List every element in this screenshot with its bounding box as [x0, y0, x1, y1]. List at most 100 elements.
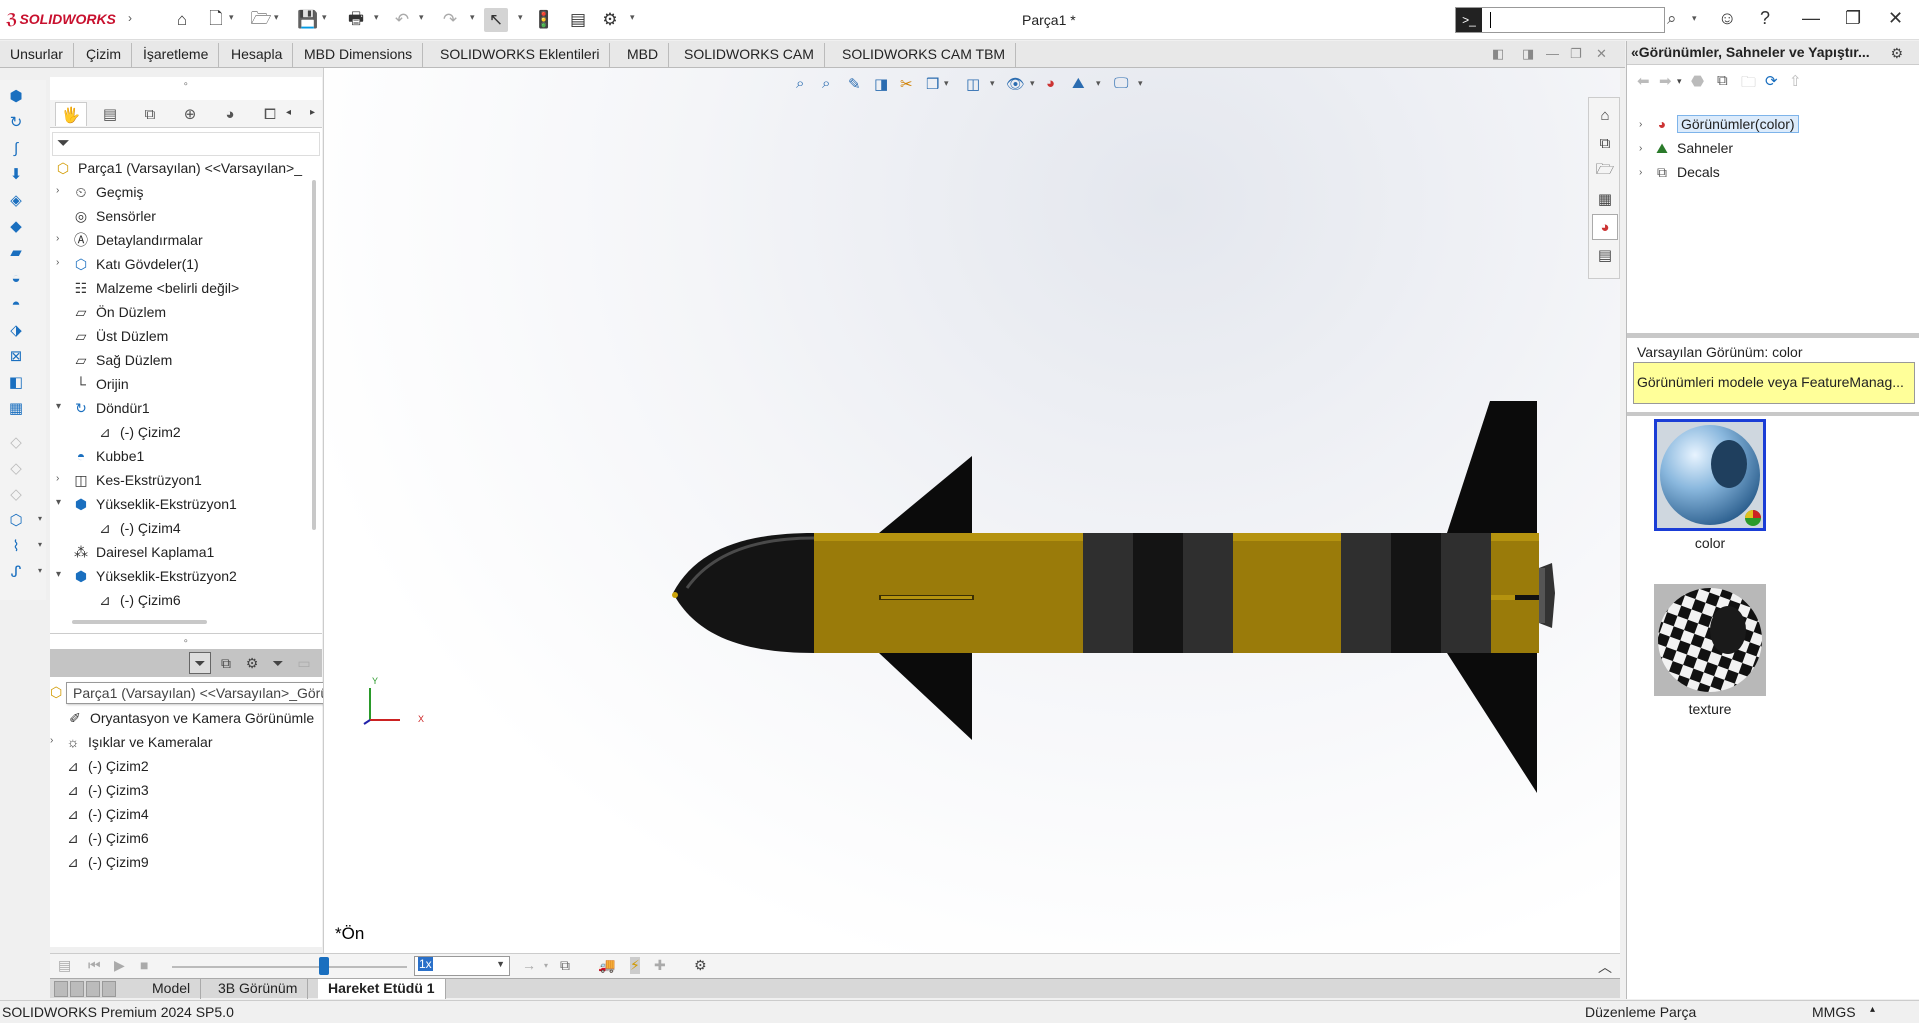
- options-icon[interactable]: ⚙: [598, 8, 622, 32]
- tree-item[interactable]: ☷ Malzeme <belirli değil>: [72, 277, 239, 299]
- stop-icon[interactable]: ■: [140, 957, 148, 973]
- tab-nav-first-icon[interactable]: [54, 981, 68, 997]
- rebuild-icon[interactable]: 🚦: [532, 8, 556, 32]
- boundary-boss-icon[interactable]: ◈: [6, 190, 26, 210]
- add-to-library-icon[interactable]: ⬣: [1691, 72, 1704, 90]
- swept-boss-icon[interactable]: ∫: [6, 138, 26, 158]
- minimize-icon[interactable]: —: [1802, 8, 1820, 29]
- search-input[interactable]: >_: [1455, 7, 1665, 33]
- tab-display-manager[interactable]: ◕: [214, 102, 246, 126]
- expand-decals-icon[interactable]: ›: [1639, 167, 1642, 178]
- save-icon[interactable]: 💾: [296, 8, 320, 32]
- tree-item[interactable]: ◓ Kubbe1: [72, 445, 145, 467]
- tab-unsurlar[interactable]: Unsurlar: [0, 43, 74, 67]
- tree-item[interactable]: ⏲ Geçmiş: [72, 181, 144, 203]
- tree-filter[interactable]: ⏷: [52, 132, 320, 156]
- solidworks-resources-icon[interactable]: ⌂: [1592, 102, 1618, 128]
- redo-dropdown[interactable]: ▾: [470, 12, 475, 23]
- boundary-cut-icon[interactable]: ⊠: [6, 346, 26, 366]
- tab-model[interactable]: Model: [142, 979, 202, 999]
- expand-scenes-icon[interactable]: ›: [1639, 143, 1642, 154]
- play-icon[interactable]: ▶: [114, 957, 125, 974]
- solidworks-logo[interactable]: ℨ SOLIDWORKS: [6, 10, 116, 28]
- tree-item[interactable]: └ Orijin: [72, 373, 129, 395]
- new-doc-dropdown[interactable]: ▾: [229, 12, 234, 23]
- select-icon[interactable]: ↖: [484, 8, 508, 32]
- playback-slider[interactable]: [172, 966, 407, 968]
- home-icon[interactable]: ⌂: [170, 8, 194, 32]
- tree-horizontal-scrollbar[interactable]: [72, 620, 207, 624]
- panel-grip-icon[interactable]: ⚬: [182, 79, 190, 90]
- autokey-icon[interactable]: ⚡: [630, 957, 640, 974]
- file-properties-icon[interactable]: ▤: [566, 8, 590, 32]
- panel-splitter[interactable]: [50, 633, 322, 634]
- apply-scene-dropdown[interactable]: ▾: [1096, 78, 1101, 89]
- save-animation-icon[interactable]: ⧉: [560, 957, 570, 974]
- add-key-icon[interactable]: ✚: [654, 957, 666, 974]
- lofted-cut-icon[interactable]: ⬗: [6, 320, 26, 340]
- tree-item[interactable]: ⊿ (-) Çizim2: [96, 421, 181, 443]
- tree-item[interactable]: ⁂ Dairesel Kaplama1: [72, 541, 214, 563]
- tab-configuration-manager[interactable]: ⧉: [134, 102, 166, 126]
- display-tree-item[interactable]: ⊿ (-) Çizim2: [64, 755, 149, 777]
- tab-3d-view[interactable]: 3B Görünüm: [208, 979, 309, 999]
- display-style-icon[interactable]: ◫: [966, 75, 980, 93]
- create-folder-icon[interactable]: 🗀: [1741, 72, 1756, 97]
- previous-view-icon[interactable]: ✎: [848, 75, 861, 93]
- save-dropdown[interactable]: ▾: [322, 12, 327, 23]
- rocket-model[interactable]: [667, 398, 1677, 798]
- undo-dropdown[interactable]: ▾: [419, 12, 424, 23]
- shell-icon[interactable]: ◇: [6, 484, 26, 504]
- tab-motion-study-1[interactable]: Hareket Etüdü 1: [318, 979, 446, 999]
- hide-show-dropdown[interactable]: ▾: [1030, 78, 1035, 89]
- expand-timeline-icon[interactable]: ︿: [1598, 957, 1612, 977]
- design-library-icon[interactable]: ⧉: [1592, 130, 1618, 156]
- tree-item[interactable]: ⬡ Katı Gövdeler(1): [72, 253, 199, 275]
- extrude-boss-icon[interactable]: ⬢: [6, 86, 26, 106]
- tab-mbd-dimensions[interactable]: MBD Dimensions: [294, 43, 424, 67]
- dynamic-annotation-icon[interactable]: ✂: [900, 75, 913, 93]
- expand-arrow-icon[interactable]: ›: [56, 185, 59, 196]
- forward-icon[interactable]: ➡: [1659, 72, 1672, 90]
- display-tree-item[interactable]: ⊿ (-) Çizim6: [64, 827, 149, 849]
- user-account-icon[interactable]: ☺: [1718, 8, 1736, 29]
- revolve-boss-icon[interactable]: ↻: [6, 112, 26, 132]
- tree-item[interactable]: ▱ Üst Düzlem: [72, 325, 169, 347]
- curves-icon[interactable]: ⌇: [6, 536, 26, 556]
- dm-view-icon[interactable]: ▭: [293, 652, 315, 674]
- dm-decals-icon[interactable]: ⚙: [241, 652, 263, 674]
- task-pane-splitter[interactable]: [1627, 333, 1919, 338]
- tree-item[interactable]: ↻ Döndür1: [72, 397, 150, 419]
- tab-nav-next-icon[interactable]: [86, 981, 100, 997]
- tree-item[interactable]: ◫ Kes-Ekstrüzyon1: [72, 469, 201, 491]
- tree-item[interactable]: ◎ Sensörler: [72, 205, 156, 227]
- tree-item[interactable]: ⬢ Yükseklik-Ekstrüzyon2: [72, 565, 237, 587]
- reference-geometry-icon[interactable]: ⬡: [6, 510, 26, 530]
- edit-appearance-icon[interactable]: ◕: [1046, 75, 1055, 92]
- draft-icon[interactable]: ◇: [6, 458, 26, 478]
- tree-item-appearances[interactable]: ◕ Görünümler(color): [1653, 113, 1799, 135]
- view-orientation-dropdown[interactable]: ▾: [944, 78, 949, 89]
- display-tree-item[interactable]: ⊿ (-) Çizim9: [64, 851, 149, 873]
- tree-item[interactable]: Ⓐ Detaylandırmalar: [72, 229, 203, 251]
- tab-dimxpert-manager[interactable]: ⊕: [174, 102, 206, 126]
- appearances-tab-icon[interactable]: ◕: [1592, 214, 1618, 240]
- help-icon[interactable]: ?: [1760, 8, 1770, 29]
- zoom-to-fit-icon[interactable]: ⌕: [796, 75, 804, 92]
- display-tree-item[interactable]: ✐ Oryantasyon ve Kamera Görünümle: [66, 707, 314, 729]
- lofted-boss-icon[interactable]: ⬇: [6, 164, 26, 184]
- tree-item-scenes[interactable]: ⛰ Sahneler: [1653, 137, 1733, 159]
- menu-expand-icon[interactable]: ›: [128, 11, 132, 25]
- tab-feature-manager[interactable]: 🖐: [55, 102, 87, 126]
- linear-pattern-icon[interactable]: ▦: [6, 398, 26, 418]
- tree-vertical-scrollbar[interactable]: [312, 180, 316, 530]
- print-dropdown[interactable]: ▾: [374, 12, 379, 23]
- viewport-tile-right-icon[interactable]: ◨: [1522, 46, 1534, 62]
- display-tree-item[interactable]: ☼ Işıklar ve Kameralar: [64, 731, 213, 753]
- hide-show-items-icon[interactable]: 👁: [1006, 75, 1025, 93]
- collapse-pane-icon[interactable]: «: [1631, 44, 1639, 60]
- tab-isaretleme[interactable]: İşaretleme: [133, 43, 220, 67]
- back-icon[interactable]: ⬅: [1637, 72, 1650, 90]
- search-icon[interactable]: ⌕: [1667, 9, 1677, 29]
- playback-speed-select[interactable]: 1x ▼: [414, 956, 510, 976]
